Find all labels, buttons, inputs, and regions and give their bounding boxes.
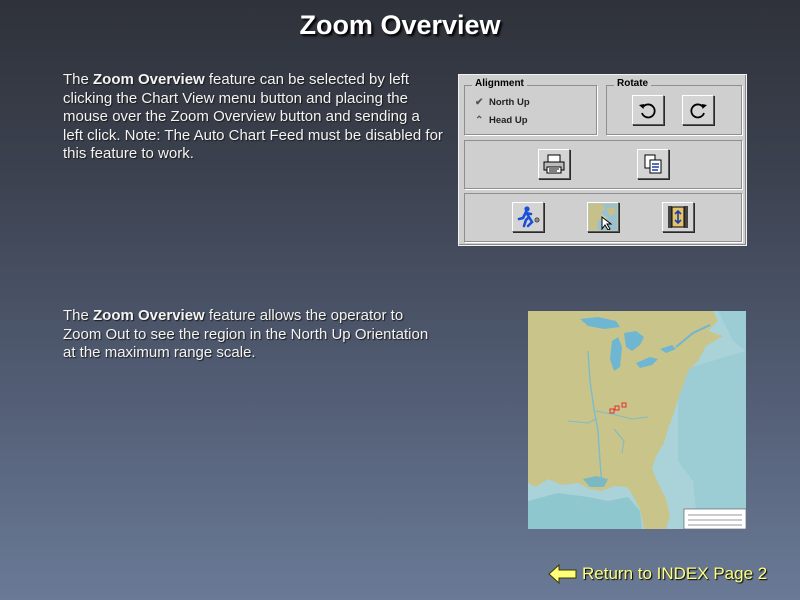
zoom-overview-button[interactable]: [587, 202, 619, 232]
rotate-left-icon: [639, 103, 656, 119]
chart-view-panel: Alignment ✔ North Up ⌃ Head Up Rotate: [458, 74, 747, 246]
overview-chart-map: [528, 311, 746, 529]
alignment-group: Alignment ✔ North Up ⌃ Head Up: [464, 78, 597, 135]
rotate-left-button[interactable]: [632, 95, 664, 125]
paragraph-text: The: [63, 307, 94, 324]
caret-up-icon: ⌃: [475, 115, 484, 126]
rotate-group: Rotate: [606, 78, 742, 135]
feature-name-bold: Zoom Overview: [93, 71, 205, 88]
checkmark-icon: ✔: [475, 97, 484, 108]
running-person-icon: [517, 206, 540, 228]
zoom-overview-map-icon: [589, 204, 617, 230]
print-copy-group: [464, 140, 742, 189]
feature-name-bold: Zoom Overview: [93, 307, 205, 324]
description-paragraph-selection: The Zoom Overview feature can be selecte…: [63, 71, 443, 164]
page-title: Zoom Overview: [299, 10, 501, 40]
auto-chart-feed-button[interactable]: [662, 202, 694, 232]
rotate-group-title: Rotate: [614, 78, 652, 89]
head-up-label: Head Up: [489, 115, 528, 126]
return-to-index-link[interactable]: Return to INDEX Page 2: [548, 563, 767, 585]
chart-feed-icon: [668, 206, 688, 228]
alignment-group-title: Alignment: [472, 78, 527, 89]
return-link-label: Return to INDEX Page 2: [582, 564, 768, 583]
person-mode-button[interactable]: [512, 202, 544, 232]
chart-view-tools-group: [464, 193, 742, 242]
paragraph-text: The: [63, 71, 94, 88]
eastern-us-map: [528, 311, 746, 529]
copy-document-icon: [644, 154, 662, 174]
head-up-option[interactable]: ⌃ Head Up: [475, 115, 528, 126]
north-up-option[interactable]: ✔ North Up: [475, 97, 530, 108]
left-arrow-icon: [548, 564, 577, 584]
rotate-right-button[interactable]: [682, 95, 714, 125]
north-up-label: North Up: [489, 97, 530, 108]
description-paragraph-function: The Zoom Overview feature allows the ope…: [63, 307, 443, 363]
print-button[interactable]: [538, 149, 570, 179]
rotate-right-icon: [690, 103, 707, 119]
printer-icon: [543, 154, 565, 174]
copy-button[interactable]: [637, 149, 669, 179]
